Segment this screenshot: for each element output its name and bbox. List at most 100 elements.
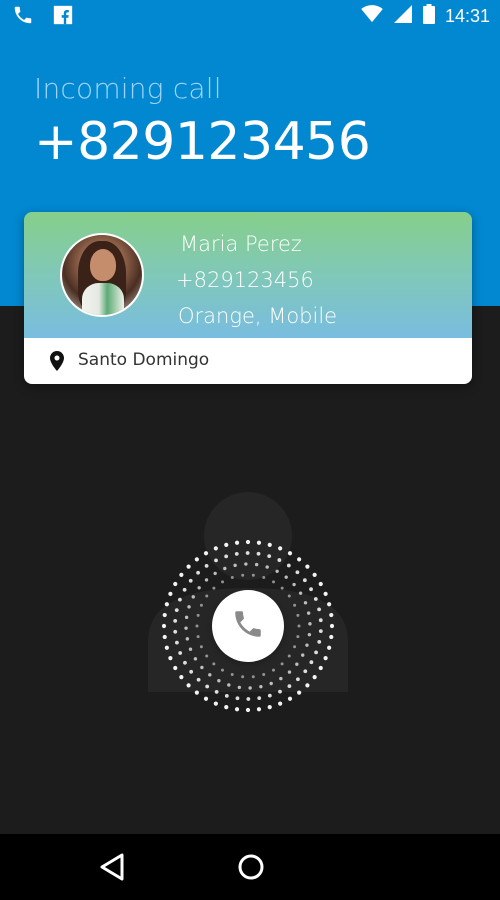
home-icon[interactable] [236,852,266,886]
location-row: Santo Domingo [24,338,472,384]
ripple-dot [191,595,195,599]
ripple-dot [305,683,310,688]
ripple-dot [262,576,266,579]
ripple-dot [267,705,272,710]
ripple-dot [245,707,251,712]
ripple-dot [256,707,262,712]
ripple-dot [184,626,188,630]
ripple-dot [174,608,179,612]
ripple-dot [214,690,219,694]
ripple-dot [279,676,283,681]
ripple-dot [189,669,194,674]
ripple-dot [230,575,234,579]
ripple-dot [287,654,291,658]
ripple-dot [309,587,313,592]
ripple-dot [287,594,291,598]
answer-call-button[interactable] [212,590,284,662]
ripple-dot [318,629,323,634]
contact-number: +829123456 [176,268,314,292]
ripple-dot [234,540,240,545]
ripple-dot [188,647,193,651]
ripple-dot [204,578,209,582]
ripple-dot [245,551,250,555]
contact-carrier: Orange, Mobile [178,304,338,328]
ripple-dot [278,701,283,706]
ripple-dot [287,684,292,689]
ripple-dot [213,701,218,706]
ripple-dot [318,618,323,623]
ripple-dot [184,615,189,620]
ripple-dot [254,562,259,567]
ripple-dot [179,675,184,680]
ripple-dot [162,623,167,629]
ripple-dot [196,613,200,617]
caller-number: +829123456 [34,112,371,172]
ripple-dot [286,563,291,568]
ripple-dot [186,683,191,688]
ripple-dot [267,554,272,559]
battery-icon [422,4,435,28]
ripple-dot [246,697,251,701]
ripple-dot [213,546,218,551]
ripple-dot [256,551,261,556]
ripple-dot [164,602,169,607]
ripple-dot [277,558,282,562]
ripple-dot [168,656,173,661]
ripple-dot [308,622,312,626]
ripple-dot [168,591,173,596]
ripple-dot [297,557,302,562]
ripple-dot [224,542,229,547]
wifi-icon [361,5,383,27]
ripple-dot [312,675,317,680]
avatar-dress [82,283,124,315]
contact-name: Maria Perez [180,232,302,256]
ripple-dot [194,557,199,562]
ripple-dot [234,551,239,556]
ripple-dot [313,597,318,601]
ripple-dot [183,660,187,665]
ripple-dot [317,640,322,644]
ripple-dot [278,689,282,694]
ripple-dot [271,668,275,672]
ripple-dot [309,660,314,665]
ripple-dot [224,705,229,710]
ripple-dot [212,662,216,666]
back-icon[interactable] [98,852,126,886]
ripple-dot [287,696,293,701]
ripple-dot [193,657,198,661]
ripple-dot [186,564,191,569]
ripple-dot [230,673,234,676]
ripple-dot [235,696,240,701]
ripple-dot [164,645,169,650]
ripple-dot [187,605,191,609]
ripple-dot [204,563,209,568]
ripple-dot [306,611,311,615]
ripple-dot [178,597,182,602]
ripple-dot [205,594,209,598]
ripple-dot [212,586,216,590]
ripple-dot [303,601,308,605]
ripple-dot [205,654,209,658]
ripple-dot [245,540,251,545]
ripple-dot [323,656,328,661]
ripple-dot [213,571,217,576]
location-pin-icon [50,351,64,375]
ripple-dot [199,645,203,649]
ripple-dot [327,645,332,650]
ripple-dot [317,607,321,612]
ripple-dot [303,669,308,674]
ripple-dot [224,554,229,559]
ripple-dot [203,696,209,701]
ripple-dot [284,575,288,579]
ripple-dot [179,572,184,577]
ripple-dot [295,662,299,666]
ripple-dot [312,572,317,577]
ripple-dot [296,613,300,617]
ripple-dot [251,573,255,577]
ripple-dot [175,640,179,645]
ripple-dot [293,603,297,607]
ripple-dot [314,650,318,655]
ripple-dot [297,690,302,695]
ripple-dot [329,612,334,618]
ripple-dot [272,580,276,584]
